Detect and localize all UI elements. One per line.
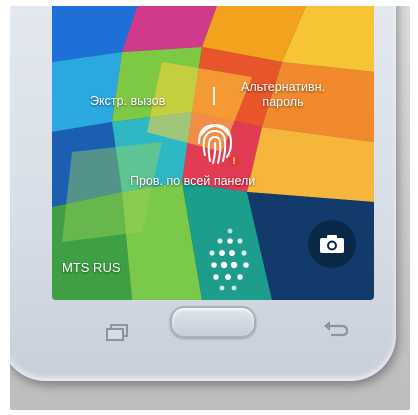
recent-apps-icon[interactable] [104,323,130,341]
camera-shortcut-button[interactable] [308,220,356,268]
alt-password-line2: пароль [262,95,304,109]
unlock-dots-icon[interactable] [204,227,256,293]
carrier-name: MTS RUS [62,260,121,275]
home-button[interactable] [170,306,256,338]
alt-password-line1: Альтернативн. [241,80,325,94]
photo-background: Экстр. вызов Альтернативн. пароль ! Пров… [10,6,410,410]
fingerprint-alert-badge: ! [228,155,240,167]
phone-body: Экстр. вызов Альтернативн. пароль ! Пров… [10,6,396,381]
lock-screen[interactable]: Экстр. вызов Альтернативн. пароль ! Пров… [52,6,374,300]
swipe-prompt: Пров. по всей панели [130,174,256,188]
emergency-call-button[interactable]: Экстр. вызов [90,94,165,109]
alternative-password-button[interactable]: Альтернативн. пароль [228,80,338,110]
back-icon[interactable] [322,318,350,338]
label-divider [213,87,215,105]
camera-icon [320,235,344,253]
